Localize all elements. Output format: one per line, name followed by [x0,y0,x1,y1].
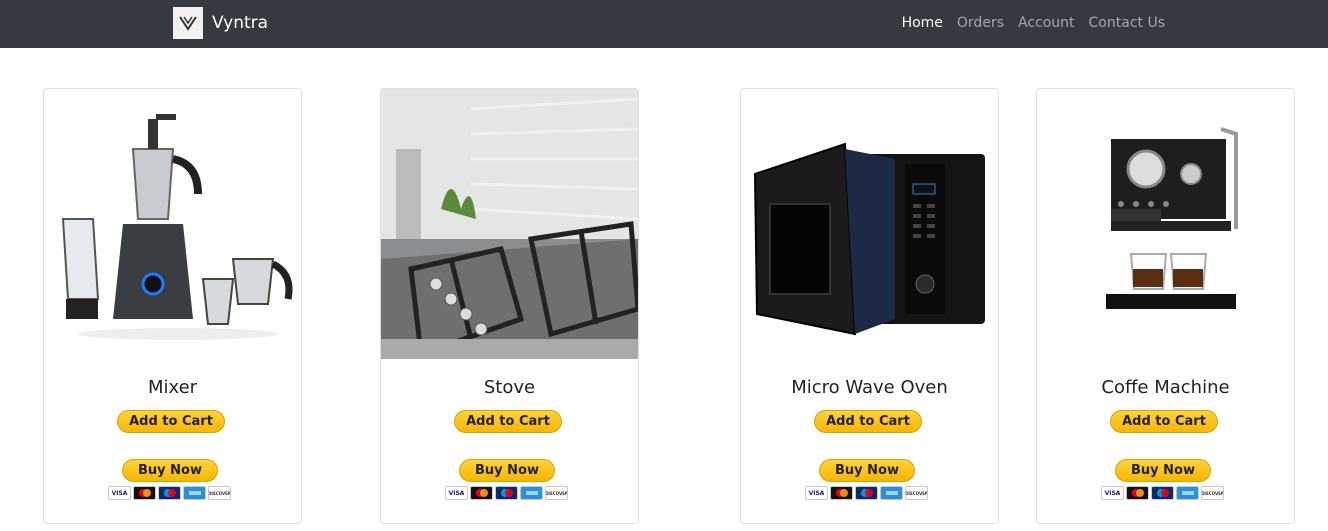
brand-link[interactable]: Vyntra [173,7,268,39]
top-navbar: Vyntra Home Orders Account Contact Us [0,0,1328,48]
brand-logo-icon [173,7,203,39]
amex-icon [880,486,903,500]
product-card-stove: Stove Add to Cart Buy Now VISA DISCOVER [380,88,639,524]
microwave-oven-image[interactable] [741,89,998,359]
discover-icon: DISCOVER [1201,486,1224,500]
coffee-machine-image[interactable] [1037,89,1294,359]
mastercard-icon [1126,486,1149,500]
payment-card-icons: VISA DISCOVER [445,486,570,500]
add-to-cart-button[interactable]: Add to Cart [454,410,562,433]
product-name: Stove [483,377,536,398]
nav-contact-us[interactable]: Contact Us [1089,15,1165,31]
amex-icon [183,486,206,500]
add-to-cart-button[interactable]: Add to Cart [814,410,922,433]
amex-icon [1176,486,1199,500]
nav-orders[interactable]: Orders [957,15,1004,31]
gas-stove-image[interactable] [381,89,638,359]
add-to-cart-button[interactable]: Add to Cart [1110,410,1218,433]
visa-icon: VISA [805,486,828,500]
product-name: Micro Wave Oven [791,377,948,398]
maestro-icon [1151,486,1174,500]
buy-now-button[interactable]: Buy Now [1115,459,1211,482]
product-name: Coffe Machine [1101,377,1230,398]
mastercard-icon [830,486,853,500]
mixer-grinder-image[interactable] [44,89,301,359]
brand-name: Vyntra [212,13,269,33]
payment-card-icons: VISA DISCOVER [108,486,233,500]
nav-home[interactable]: Home [902,15,943,31]
buy-now-button[interactable]: Buy Now [819,459,915,482]
discover-icon: DISCOVER [208,486,231,500]
visa-icon: VISA [1101,486,1124,500]
add-to-cart-button[interactable]: Add to Cart [117,410,225,433]
visa-icon: VISA [445,486,468,500]
nav-account[interactable]: Account [1018,15,1075,31]
discover-icon: DISCOVER [545,486,568,500]
product-card-coffee-machine: Coffe Machine Add to Cart Buy Now VISA D… [1036,88,1295,524]
maestro-icon [158,486,181,500]
payment-card-icons: VISA DISCOVER [805,486,930,500]
product-card-mixer: Mixer Add to Cart Buy Now VISA DISCOVER [43,88,302,524]
discover-icon: DISCOVER [905,486,928,500]
mastercard-icon [133,486,156,500]
maestro-icon [495,486,518,500]
visa-icon: VISA [108,486,131,500]
maestro-icon [855,486,878,500]
product-name: Mixer [147,377,198,398]
main-nav: Home Orders Account Contact Us [888,15,1165,31]
buy-now-button[interactable]: Buy Now [122,459,218,482]
buy-now-button[interactable]: Buy Now [459,459,555,482]
mastercard-icon [470,486,493,500]
payment-card-icons: VISA DISCOVER [1101,486,1226,500]
product-card-microwave: Micro Wave Oven Add to Cart Buy Now VISA… [740,88,999,524]
amex-icon [520,486,543,500]
